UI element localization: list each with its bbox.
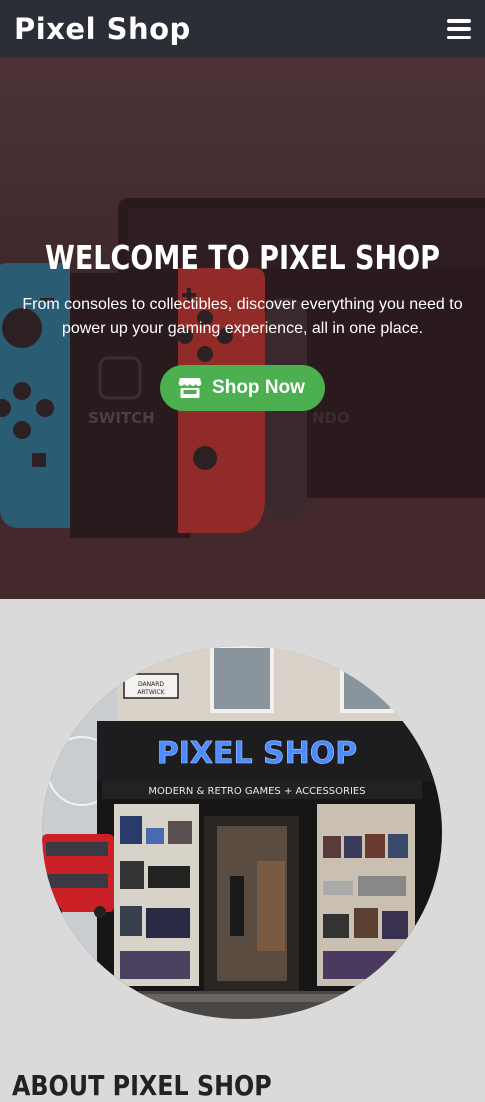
navbar: Pixel Shop — [0, 0, 485, 58]
shop-now-label: Shop Now — [212, 377, 305, 398]
hero-section: SWITCH NDO WELCOME TO PIXEL SHOP From co… — [0, 58, 485, 599]
shop-now-button[interactable]: Shop Now — [160, 365, 325, 411]
svg-text:PIXEL SHOP: PIXEL SHOP — [157, 736, 358, 771]
hamburger-menu-icon[interactable] — [447, 19, 471, 39]
brand-logo[interactable]: Pixel Shop — [14, 12, 191, 46]
svg-text:ARTWICK: ARTWICK — [137, 689, 165, 696]
about-section: DANARD ARTWICK PIXEL SHOP MODERN & RETRO… — [0, 599, 485, 1102]
hero-content: WELCOME TO PIXEL SHOP From consoles to c… — [0, 238, 485, 411]
store-icon — [178, 378, 202, 398]
about-heading: ABOUT PIXEL SHOP — [12, 1069, 272, 1102]
svg-text:DANARD: DANARD — [138, 681, 164, 688]
storefront-image: DANARD ARTWICK PIXEL SHOP MODERN & RETRO… — [42, 646, 442, 1019]
hero-title: WELCOME TO PIXEL SHOP — [44, 238, 441, 277]
svg-text:MODERN & RETRO GAMES + ACCESSO: MODERN & RETRO GAMES + ACCESSORIES — [148, 786, 365, 797]
hero-subtitle: From consoles to collectibles, discover … — [22, 296, 463, 337]
